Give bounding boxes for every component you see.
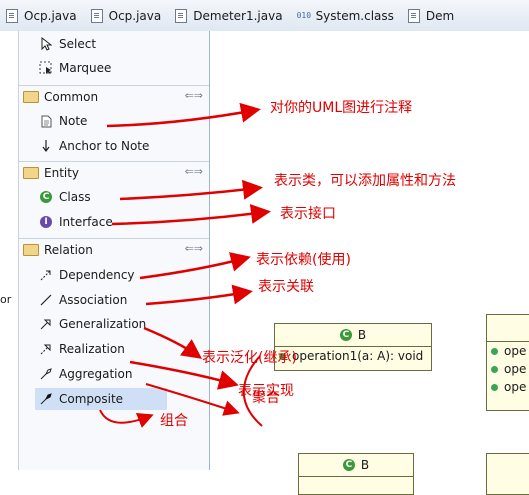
public-operation-icon bbox=[491, 365, 498, 373]
tab-label: Ocp.java bbox=[24, 8, 77, 23]
class-operation[interactable]: operation1(a: A): void bbox=[275, 347, 431, 365]
drawer-relation[interactable]: Relation ⇐⇒ bbox=[19, 239, 209, 261]
association-icon bbox=[39, 293, 53, 307]
palette-item-label: Aggregation bbox=[59, 367, 133, 381]
operation-text: ope bbox=[504, 362, 527, 376]
palette-generalization-tool[interactable]: Generalization bbox=[19, 313, 209, 335]
folder-icon bbox=[23, 167, 39, 179]
generalization-icon bbox=[39, 317, 53, 331]
uml-class-b-bottom[interactable]: C B bbox=[298, 453, 414, 495]
folder-icon bbox=[23, 244, 39, 256]
annotation-composite: 组合 bbox=[160, 413, 188, 429]
palette-item-label: Association bbox=[59, 293, 128, 307]
palette-item-label: Realization bbox=[59, 342, 125, 356]
class-header bbox=[487, 315, 529, 342]
class-operation[interactable]: ope bbox=[487, 360, 529, 378]
drawer-entity[interactable]: Entity ⇐⇒ bbox=[19, 162, 209, 184]
arrow-cursor-icon bbox=[39, 37, 53, 51]
palette-item-label: Class bbox=[59, 190, 91, 204]
marquee-icon bbox=[39, 61, 53, 75]
pin-icon[interactable]: ⇐⇒ bbox=[185, 165, 203, 178]
drawer-label: Relation bbox=[44, 243, 93, 257]
class-icon: C bbox=[39, 190, 53, 204]
tab-ocp-java-1[interactable]: Ocp.java bbox=[0, 0, 85, 31]
tab-demeter1-java[interactable]: Demeter1.java bbox=[169, 0, 290, 31]
java-file-icon bbox=[90, 8, 103, 23]
realization-icon bbox=[39, 342, 53, 356]
annotation-dependency: 表示依赖(使用) bbox=[256, 252, 351, 268]
class-operation[interactable]: ope bbox=[487, 378, 529, 396]
uml-palette: Select Marquee Common ⇐⇒ Note Anchor to … bbox=[19, 31, 210, 470]
uml-class-right[interactable]: ope ope ope bbox=[486, 314, 529, 411]
palette-item-label: Note bbox=[59, 114, 88, 128]
class-operation[interactable]: ope bbox=[487, 342, 529, 360]
class-header: C B bbox=[299, 454, 413, 477]
palette-item-label: Interface bbox=[59, 215, 113, 229]
annotation-class: 表示类，可以添加属性和方法 bbox=[274, 173, 456, 189]
tab-label: Dem bbox=[425, 8, 455, 23]
uml-class-bottom-right[interactable] bbox=[486, 453, 529, 495]
annotation-aggregation: 聚合 bbox=[252, 390, 280, 406]
palette-dependency-tool[interactable]: Dependency bbox=[19, 264, 209, 286]
anchor-arrow-icon bbox=[39, 139, 53, 153]
drawer-common[interactable]: Common ⇐⇒ bbox=[19, 86, 209, 108]
drawer-label: Common bbox=[44, 90, 99, 104]
java-file-icon bbox=[6, 8, 18, 23]
palette-item-label: Anchor to Note bbox=[59, 139, 150, 153]
dependency-icon bbox=[39, 268, 53, 282]
palette-realization-tool[interactable]: Realization bbox=[19, 338, 209, 360]
folder-icon bbox=[23, 91, 39, 103]
palette-interface-tool[interactable]: I Interface bbox=[19, 211, 209, 233]
palette-association-tool[interactable]: Association bbox=[19, 289, 209, 311]
class-icon: C bbox=[342, 459, 355, 471]
left-view-edge: or bbox=[0, 31, 19, 470]
composite-icon bbox=[39, 392, 53, 406]
tab-label: System.class bbox=[315, 8, 394, 23]
operation-text: operation1(a: A): void bbox=[292, 349, 424, 363]
annotation-association: 表示关联 bbox=[258, 279, 314, 295]
annotation-interface: 表示接口 bbox=[280, 206, 336, 222]
palette-marquee-tool[interactable]: Marquee bbox=[19, 57, 209, 79]
palette-select-tool[interactable]: Select bbox=[19, 33, 209, 55]
palette-aggregation-tool[interactable]: Aggregation bbox=[19, 363, 209, 385]
editor-tab-bar: Ocp.java Ocp.java Demeter1.java 010 Syst… bbox=[0, 0, 529, 32]
palette-item-label: Generalization bbox=[59, 317, 147, 331]
java-file-icon bbox=[407, 8, 420, 23]
public-operation-icon bbox=[491, 347, 498, 355]
class-name: B bbox=[357, 328, 367, 342]
uml-class-b[interactable]: C B operation1(a: A): void bbox=[274, 323, 432, 371]
palette-note-tool[interactable]: Note bbox=[19, 110, 209, 132]
tab-label: Demeter1.java bbox=[193, 8, 283, 23]
palette-item-label: Dependency bbox=[59, 268, 135, 282]
class-header: C B bbox=[275, 324, 431, 347]
truncated-text: or bbox=[0, 293, 12, 306]
aggregation-icon bbox=[39, 367, 53, 381]
note-icon bbox=[39, 114, 53, 128]
annotation-generalization: 表示泛化(继承) bbox=[202, 350, 297, 366]
tab-dem[interactable]: Dem bbox=[402, 0, 462, 31]
operation-text: ope bbox=[504, 344, 527, 358]
public-operation-icon bbox=[491, 383, 498, 391]
annotation-note: 对你的UML图进行注释 bbox=[270, 100, 413, 116]
pin-icon[interactable]: ⇐⇒ bbox=[185, 242, 203, 255]
palette-class-tool[interactable]: C Class bbox=[19, 186, 209, 208]
palette-item-label: Select bbox=[59, 37, 97, 51]
palette-item-label: Marquee bbox=[59, 61, 112, 75]
class-file-icon: 010 bbox=[296, 10, 312, 20]
tab-system-class[interactable]: 010 System.class bbox=[291, 0, 402, 31]
tab-label: Ocp.java bbox=[108, 8, 162, 23]
palette-anchor-to-note-tool[interactable]: Anchor to Note bbox=[19, 135, 209, 157]
java-file-icon bbox=[175, 8, 188, 23]
palette-composite-tool[interactable]: Composite bbox=[35, 388, 167, 410]
pin-icon[interactable]: ⇐⇒ bbox=[185, 89, 203, 102]
class-icon: C bbox=[339, 329, 352, 341]
operation-text: ope bbox=[504, 380, 527, 394]
tab-ocp-java-2[interactable]: Ocp.java bbox=[85, 0, 170, 31]
palette-item-label: Composite bbox=[59, 392, 124, 406]
drawer-label: Entity bbox=[44, 166, 80, 180]
interface-icon: I bbox=[39, 215, 53, 229]
